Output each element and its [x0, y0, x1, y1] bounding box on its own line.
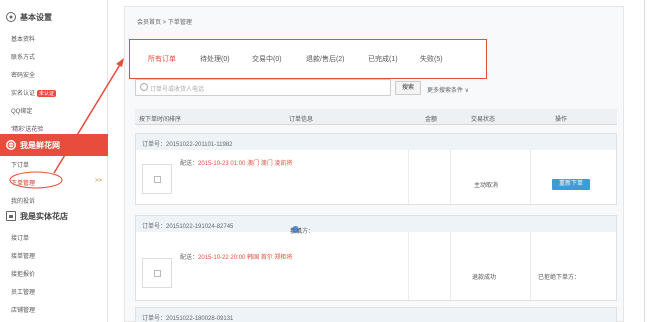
order-status: 主动取消 [474, 183, 499, 189]
store-icon [6, 211, 16, 221]
product-thumbnail[interactable] [142, 164, 172, 194]
tab-refund[interactable]: 退款/售后(2) [306, 54, 345, 64]
sort-dropdown[interactable]: 按下单时间排序 [139, 114, 181, 123]
receiver-status: 已拒绝下单方： [538, 275, 581, 281]
order-number: 订单号：20151022-201101-11982 [142, 142, 233, 148]
column-divider [408, 150, 409, 206]
sidebar-item-place-order[interactable]: 下订单 [11, 160, 29, 169]
sidebar-item-profile[interactable]: 基本资料 [11, 34, 35, 43]
order-header: 订单号：20151022-191024-82745 接单方： 手机 [136, 216, 616, 235]
column-divider [450, 150, 451, 206]
sidebar-section-label: 我是鲜花网 [20, 140, 60, 150]
delivery-info: 配送：2015-10-23 01:00 澳门 澳门 凌凯将 [180, 158, 292, 167]
sidebar-section-basic-settings[interactable]: 基本设置 [0, 6, 108, 28]
order-header: 订单号：20151022-180028-09131 [136, 308, 616, 322]
reorder-button[interactable]: 重新下单 [552, 179, 590, 190]
tab-all-orders[interactable]: 所有订单 [148, 54, 176, 64]
delivery-label: 配送： [180, 255, 199, 261]
sidebar-item-password[interactable]: 密码安全 [11, 70, 35, 79]
column-amount: 金额 [425, 117, 438, 123]
sidebar-section-flower-site[interactable]: 我是鲜花网 [0, 134, 108, 156]
sidebar-item-quotes[interactable]: 接拒报价 [11, 269, 35, 278]
column-order-info: 订单信息 [289, 117, 314, 123]
tab-pending[interactable]: 待处理(0) [200, 54, 230, 64]
tab-in-progress[interactable]: 交易中(0) [252, 54, 282, 64]
scrollbar[interactable] [644, 0, 645, 322]
sidebar-item-accept-management[interactable]: 接单管理 [11, 251, 35, 260]
search-placeholder: 订单号或收货人电话 [150, 87, 205, 93]
order-number: 订单号：20151022-191024-82745 [142, 224, 234, 230]
breadcrumb: 会员首页 > 下单管理 [137, 20, 192, 26]
order-card: 订单号：20151022-201101-11982 配送：2015-10-23 … [135, 133, 617, 206]
broken-image-icon [154, 176, 161, 183]
order-card: 订单号：20151022-180028-09131 [135, 307, 617, 322]
order-status: 退款成功 [472, 275, 497, 281]
sidebar-item-qq[interactable]: QQ绑定 [11, 106, 32, 115]
search-icon [140, 83, 148, 91]
order-header: 订单号：20151022-201101-11982 [136, 134, 616, 150]
receiver-name: 手机 [290, 229, 303, 235]
search-button[interactable]: 搜索 [395, 81, 421, 95]
sidebar-item-complaints[interactable]: 我的投诉 [11, 196, 35, 205]
delivery-time: 2015-10-23 01:00 [198, 161, 246, 167]
search-input[interactable]: 订单号或收货人电话 [135, 79, 391, 96]
column-divider [450, 232, 451, 302]
column-divider [530, 150, 531, 206]
main-panel: 会员首页 > 下单管理 所有订单 待处理(0) 交易中(0) 退款/售后(2) … [124, 6, 624, 322]
order-tabs: 所有订单 待处理(0) 交易中(0) 退款/售后(2) 已完成(1) 失败(5) [129, 39, 487, 80]
sidebar-item-flower-verify[interactable]: '精彩'送花验 [11, 124, 43, 133]
settings-icon [6, 12, 16, 22]
arrow-head-icon [116, 58, 124, 67]
tab-completed[interactable]: 已完成(1) [368, 54, 398, 64]
order-number: 订单号：20151022-180028-09131 [142, 316, 234, 322]
chevron-right-icon: >> [95, 178, 103, 184]
sidebar-item-label: 实名认证 [11, 91, 36, 97]
globe-icon [6, 140, 16, 150]
sidebar-item-order-management[interactable]: 下单管理 [11, 178, 35, 187]
sidebar-item-shop[interactable]: 店铺管理 [11, 305, 35, 314]
column-divider [530, 232, 531, 302]
delivery-address: 韩国 首尔 郑柜将 [247, 255, 293, 261]
order-card: 订单号：20151022-191024-82745 接单方： 手机 配送：2015… [135, 215, 617, 302]
delivery-address: 澳门 澳门 凌凯将 [247, 161, 293, 167]
delivery-time: 2015-10-22 20:00 [198, 255, 246, 261]
sidebar-section-physical-store[interactable]: 我是实体花店 [0, 205, 108, 227]
sidebar-section-label: 基本设置 [20, 12, 52, 22]
sidebar-item-contact[interactable]: 联系方式 [11, 52, 35, 61]
sidebar-section-label: 我是实体花店 [20, 211, 68, 221]
more-search-conditions-link[interactable]: 更多搜索条件 ∨ [427, 85, 469, 94]
tab-failed[interactable]: 失败(5) [420, 54, 443, 64]
delivery-info: 配送：2015-10-22 20:00 韩国 首尔 郑柜将 [180, 252, 292, 261]
column-divider [408, 232, 409, 302]
broken-image-icon [154, 270, 161, 277]
column-action: 操作 [555, 117, 568, 123]
product-thumbnail[interactable] [142, 258, 172, 288]
sidebar-item-staff[interactable]: 员工管理 [11, 287, 35, 296]
sidebar-item-verification[interactable]: 实名认证 未认证 [11, 88, 57, 97]
sidebar: 基本设置 基本资料 联系方式 密码安全 实名认证 未认证 QQ绑定 '精彩'送花验… [0, 0, 108, 322]
verify-badge: 未认证 [37, 90, 57, 97]
sidebar-item-accept-order[interactable]: 接订单 [11, 233, 29, 242]
delivery-label: 配送： [180, 161, 199, 167]
column-status: 交易状态 [471, 117, 496, 123]
table-header: 按下单时间排序 订单信息 金额 交易状态 操作 [135, 109, 617, 125]
